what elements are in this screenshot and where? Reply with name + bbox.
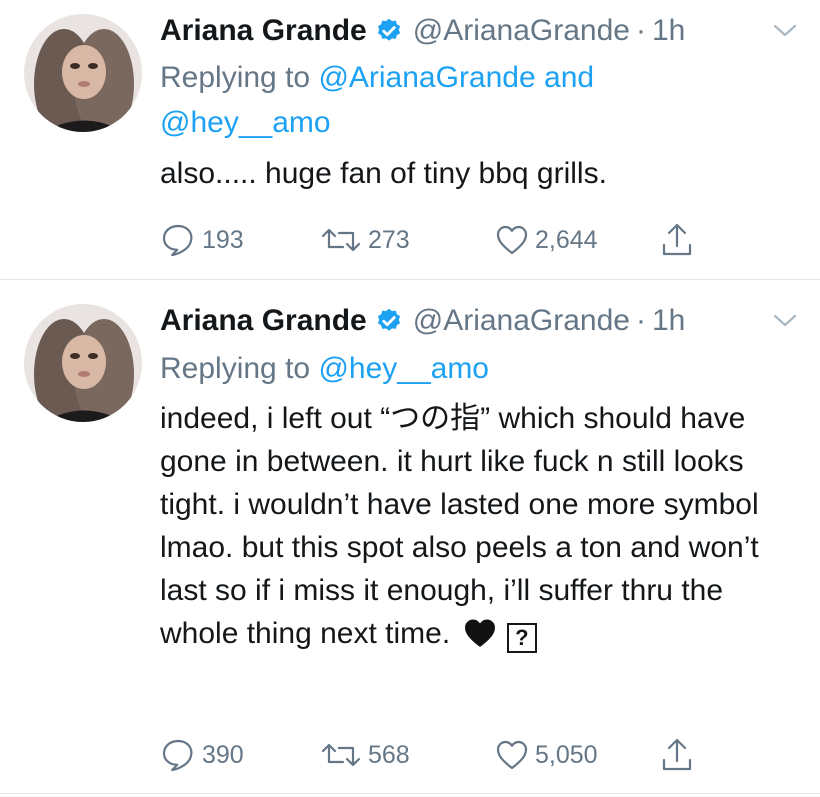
tweet-header: Ariana Grande @ArianaGrande · 1h xyxy=(160,300,800,342)
timestamp[interactable]: 1h xyxy=(652,304,685,338)
retweet-button[interactable]: 273 xyxy=(320,220,410,260)
tweet-actions: 390 568 5,050 xyxy=(160,735,720,775)
retweet-icon xyxy=(321,228,361,252)
separator-dot: · xyxy=(635,14,646,47)
reply-icon xyxy=(162,224,193,257)
tweet[interactable]: Ariana Grande @ArianaGrande · 1h Replyin… xyxy=(0,280,820,794)
heart-icon xyxy=(496,740,528,770)
mention-link[interactable]: @ArianaGrande xyxy=(318,61,535,94)
author-handle[interactable]: @ArianaGrande xyxy=(413,304,630,338)
chevron-down-icon[interactable] xyxy=(770,308,800,334)
share-icon xyxy=(662,738,692,771)
author-name[interactable]: Ariana Grande xyxy=(160,14,367,48)
tweet-text: also..... huge fan of tiny bbq grills. xyxy=(160,157,607,190)
reply-count: 193 xyxy=(202,225,244,254)
retweet-icon xyxy=(321,743,361,767)
replying-to: Replying to @ArianaGrande and @hey__amo xyxy=(160,55,780,145)
reply-icon xyxy=(162,739,193,772)
mention-and[interactable]: and xyxy=(544,61,594,94)
share-icon xyxy=(662,223,692,256)
author-handle[interactable]: @ArianaGrande xyxy=(413,14,630,48)
like-count: 5,050 xyxy=(535,740,598,769)
missing-glyph-icon: ? xyxy=(506,623,537,653)
verified-badge-icon xyxy=(375,307,403,335)
share-button[interactable] xyxy=(660,220,694,260)
tweet-actions: 193 273 2,644 xyxy=(160,220,720,260)
reply-count: 390 xyxy=(202,740,244,769)
tweet-text-content: indeed, i left out “つの指” which should ha… xyxy=(160,402,759,650)
replying-to: Replying to @hey__amo xyxy=(160,346,780,391)
tweet[interactable]: Ariana Grande @ArianaGrande · 1h Replyin… xyxy=(0,0,820,280)
avatar[interactable] xyxy=(24,14,142,132)
like-button[interactable]: 5,050 xyxy=(495,735,598,775)
replying-prefix: Replying to xyxy=(160,352,311,385)
replying-prefix: Replying to xyxy=(160,61,311,94)
timestamp[interactable]: 1h xyxy=(652,14,685,48)
retweet-button[interactable]: 568 xyxy=(320,735,410,775)
retweet-count: 273 xyxy=(368,225,410,254)
verified-badge-icon xyxy=(375,17,403,45)
reply-button[interactable]: 193 xyxy=(160,220,244,260)
mention-link[interactable]: @hey__amo xyxy=(160,106,331,139)
like-count: 2,644 xyxy=(535,225,598,254)
author-name[interactable]: Ariana Grande xyxy=(160,304,367,338)
mention-link[interactable]: @hey__amo xyxy=(318,352,489,385)
tweet-text: indeed, i left out “つの指” which should ha… xyxy=(160,397,790,655)
separator-dot: · xyxy=(635,304,646,337)
retweet-count: 568 xyxy=(368,740,410,769)
reply-button[interactable]: 390 xyxy=(160,735,244,775)
tweet-header: Ariana Grande @ArianaGrande · 1h xyxy=(160,10,800,52)
avatar[interactable] xyxy=(24,304,142,422)
heart-icon xyxy=(496,225,528,255)
black-heart-icon xyxy=(463,617,497,649)
like-button[interactable]: 2,644 xyxy=(495,220,598,260)
chevron-down-icon[interactable] xyxy=(770,18,800,44)
share-button[interactable] xyxy=(660,735,694,775)
